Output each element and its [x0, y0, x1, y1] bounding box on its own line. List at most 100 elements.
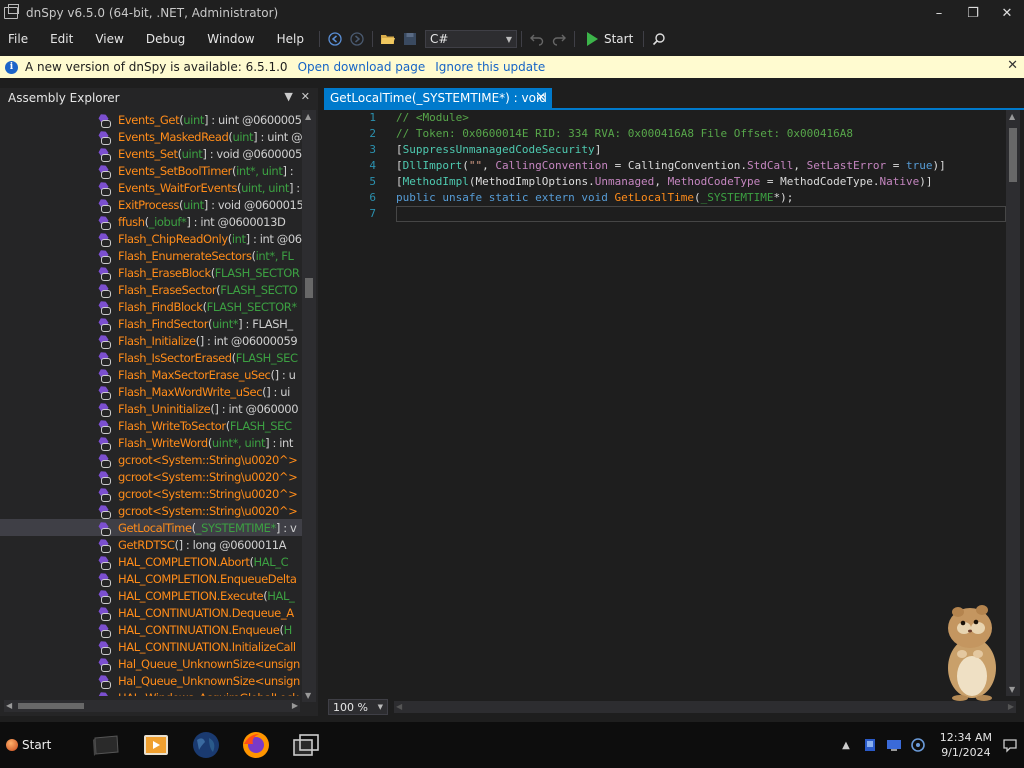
- code-property[interactable]: CallingConvention: [495, 159, 608, 172]
- tree-item[interactable]: gcroot<System::String\u0020^>: [0, 468, 302, 485]
- tree-item[interactable]: Events_Get(uint] : uint @0600005: [0, 111, 302, 128]
- save-icon[interactable]: [399, 29, 421, 49]
- tree-item[interactable]: ExitProcess(uint] : void @0600015: [0, 196, 302, 213]
- globe-app-icon[interactable]: [188, 729, 224, 761]
- panel-close-icon[interactable]: ✕: [301, 90, 310, 103]
- scroll-down-arrow-icon[interactable]: ▼: [305, 691, 311, 700]
- redo-icon[interactable]: [548, 29, 570, 49]
- tree-item[interactable]: Events_MaskedRead(uint] : uint @: [0, 128, 302, 145]
- close-tab-icon[interactable]: ✕: [536, 90, 546, 104]
- language-select[interactable]: C# ▼: [424, 30, 517, 48]
- network-status-icon[interactable]: [862, 737, 878, 753]
- tree-item[interactable]: HAL_CONTINUATION.Dequeue_A: [0, 604, 302, 621]
- menu-window[interactable]: Window: [196, 32, 265, 46]
- assembly-tree[interactable]: Events_Get(uint] : uint @0600005 Events_M…: [0, 111, 302, 696]
- scroll-up-arrow-icon[interactable]: ▲: [305, 112, 311, 121]
- tree-item[interactable]: Flash_MaxSectorErase_uSec(] : u: [0, 366, 302, 383]
- editor-horizontal-scrollbar[interactable]: ◀ ▶: [394, 701, 1016, 713]
- tree-item[interactable]: ffush(_iobuf*] : int @0600013D: [0, 213, 302, 230]
- show-hidden-icons-icon[interactable]: ▲: [842, 740, 850, 751]
- tree-item[interactable]: Flash_FindBlock(FLASH_SECTOR*: [0, 298, 302, 315]
- code-line-7-current[interactable]: [396, 206, 1006, 222]
- terminal-app-icon[interactable]: [88, 729, 124, 761]
- start-menu-button[interactable]: Start: [2, 728, 64, 762]
- tree-item[interactable]: Hal_Queue_UnknownSize<unsign: [0, 672, 302, 689]
- tree-item[interactable]: GetRDTSC(] : long @0600011A: [0, 536, 302, 553]
- code-area[interactable]: 1 2 3 4 5 6 7 // <Module> // Token: 0x06…: [324, 110, 1024, 696]
- tree-item[interactable]: Flash_EraseBlock(FLASH_SECTOR: [0, 264, 302, 281]
- tree-item[interactable]: Flash_ChipReadOnly(int] : int @06: [0, 230, 302, 247]
- taskbar-clock[interactable]: 12:34 AM 9/1/2024: [940, 730, 992, 760]
- tree-item[interactable]: Flash_Initialize(] : int @06000059: [0, 332, 302, 349]
- code-attribute[interactable]: MethodImpl: [403, 175, 469, 188]
- code-enum-type[interactable]: CallingConvention: [628, 159, 741, 172]
- editor-vertical-scrollbar[interactable]: ▲ ▼: [1006, 110, 1020, 696]
- scroll-down-arrow-icon[interactable]: ▼: [1009, 685, 1015, 694]
- navigate-forward-icon[interactable]: [346, 29, 368, 49]
- undo-icon[interactable]: [526, 29, 548, 49]
- editor-tab-getlocaltime[interactable]: GetLocalTime(_SYSTEMTIME*) : void ✕: [324, 88, 552, 108]
- panel-menu-icon[interactable]: ▼: [284, 90, 292, 103]
- tree-item[interactable]: Hal_Queue_UnknownSize<unsign: [0, 655, 302, 672]
- notification-icon[interactable]: [1002, 737, 1018, 753]
- tree-item[interactable]: Flash_IsSectorErased(FLASH_SEC: [0, 349, 302, 366]
- menu-view[interactable]: View: [84, 32, 134, 46]
- tree-item[interactable]: gcroot<System::String\u0020^>: [0, 451, 302, 468]
- code-enum-value[interactable]: Unmanaged: [595, 175, 655, 188]
- tree-item[interactable]: gcroot<System::String\u0020^>: [0, 485, 302, 502]
- scroll-up-arrow-icon[interactable]: ▲: [1009, 112, 1015, 121]
- tree-scroll-thumb[interactable]: [305, 278, 313, 298]
- tree-item[interactable]: HAL_CONTINUATION.Enqueue(H: [0, 621, 302, 638]
- zoom-select[interactable]: 100 % ▼: [328, 699, 388, 715]
- scroll-left-arrow-icon[interactable]: ◀: [6, 701, 12, 710]
- volume-icon[interactable]: [910, 737, 926, 753]
- tree-item[interactable]: Flash_WriteToSector(FLASH_SEC: [0, 417, 302, 434]
- navigate-back-icon[interactable]: [324, 29, 346, 49]
- tree-item[interactable]: GetLocalTime(_SYSTEMTIME*] : v: [0, 519, 302, 536]
- tree-vertical-scrollbar[interactable]: ▲ ▼: [302, 110, 316, 702]
- minimize-button[interactable]: –: [922, 0, 956, 26]
- code-param-type[interactable]: _SYSTEMTIME: [701, 191, 774, 204]
- tree-item[interactable]: gcroot<System::String\u0020^>: [0, 502, 302, 519]
- tree-item[interactable]: Flash_WriteWord(uint*, uint] : int: [0, 434, 302, 451]
- tree-item[interactable]: HAL_COMPLETION.Execute(HAL_: [0, 587, 302, 604]
- open-folder-icon[interactable]: [377, 29, 399, 49]
- media-player-app-icon[interactable]: [138, 729, 174, 761]
- tree-item[interactable]: Flash_EraseSector(FLASH_SECTO: [0, 281, 302, 298]
- tree-item[interactable]: Events_WaitForEvents(uint, uint] :: [0, 179, 302, 196]
- editor-scroll-thumb[interactable]: [1009, 128, 1017, 182]
- tree-item[interactable]: Flash_EnumerateSectors(int*, FL: [0, 247, 302, 264]
- code-enum-type[interactable]: MethodImplOptions: [475, 175, 588, 188]
- menu-help[interactable]: Help: [266, 32, 315, 46]
- search-icon[interactable]: [648, 29, 670, 49]
- code-enum-value[interactable]: StdCall: [747, 159, 793, 172]
- tree-horizontal-scrollbar[interactable]: ◀ ▶: [4, 700, 300, 712]
- firefox-app-icon[interactable]: [238, 729, 274, 761]
- ignore-update-link[interactable]: Ignore this update: [435, 60, 545, 74]
- menu-debug[interactable]: Debug: [135, 32, 196, 46]
- tree-item[interactable]: HAL_COMPLETION.EnqueueDelta: [0, 570, 302, 587]
- tree-item[interactable]: Events_SetBoolTimer(int*, uint] :: [0, 162, 302, 179]
- code-attribute[interactable]: DllImport: [403, 159, 463, 172]
- start-debugging-button[interactable]: Start: [586, 32, 633, 46]
- code-enum-value[interactable]: Native: [880, 175, 920, 188]
- tree-item[interactable]: Flash_FindSector(uint*] : FLASH_: [0, 315, 302, 332]
- dnspy-app-icon[interactable]: [4, 4, 19, 19]
- code-method-name[interactable]: GetLocalTime: [615, 191, 694, 204]
- tree-item[interactable]: HAL_CONTINUATION.InitializeCall: [0, 638, 302, 655]
- menu-file[interactable]: File: [0, 32, 39, 46]
- code-lines[interactable]: // <Module> // Token: 0x0600014E RID: 33…: [396, 110, 1006, 222]
- code-attribute[interactable]: SuppressUnmanagedCodeSecurity: [403, 143, 595, 156]
- restore-button[interactable]: ❐: [956, 0, 990, 26]
- tree-item[interactable]: Events_Set(uint] : void @0600005: [0, 145, 302, 162]
- close-window-button[interactable]: ✕: [990, 0, 1024, 26]
- open-download-page-link[interactable]: Open download page: [298, 60, 426, 74]
- dnspy-taskbar-icon[interactable]: [288, 729, 324, 761]
- display-icon[interactable]: [886, 737, 902, 753]
- tree-item[interactable]: HAL_Windows_AcquireGlobalLock: [0, 689, 302, 697]
- code-property[interactable]: MethodCodeType: [668, 175, 761, 188]
- tree-item[interactable]: Flash_MaxWordWrite_uSec(] : ui: [0, 383, 302, 400]
- tree-item[interactable]: HAL_COMPLETION.Abort(HAL_C: [0, 553, 302, 570]
- scroll-right-arrow-icon[interactable]: ▶: [292, 701, 298, 710]
- code-property[interactable]: SetLastError: [807, 159, 886, 172]
